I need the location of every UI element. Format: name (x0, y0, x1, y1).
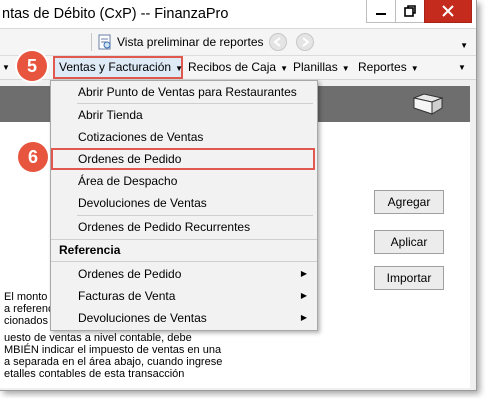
dropdown-arrow-icon: ▼ (175, 64, 183, 73)
minimize-button[interactable] (366, 0, 396, 23)
window-title: ntas de Débito (CxP) -- FinanzaPro (2, 6, 229, 22)
close-button[interactable] (424, 0, 472, 23)
aplicar-button[interactable]: Aplicar (374, 230, 444, 254)
menu-planillas-label: Planillas (293, 60, 338, 74)
forward-arrow-icon (302, 37, 310, 47)
menu-item-label: Ordenes de Pedido Recurrentes (78, 220, 251, 234)
menu-item-ordenes-recurrentes[interactable]: Ordenes de Pedido Recurrentes (51, 216, 317, 238)
submenu-arrow-icon: ▶ (300, 269, 307, 278)
menu-reportes[interactable]: Reportes ▼ (358, 60, 419, 74)
menu-item-abrir-pos-restaurantes[interactable]: Abrir Punto de Ventas para Restaurantes (51, 81, 317, 103)
document-preview-icon (98, 34, 111, 50)
menu-separator (51, 261, 317, 262)
menu-separator (51, 239, 317, 240)
agregar-button[interactable]: Agregar (374, 190, 444, 214)
info-text-line: a referenci (4, 303, 56, 315)
menu-item-label: Área de Despacho (78, 174, 178, 188)
step-badge-6: 6 (18, 142, 48, 172)
menu-overflow-left-icon[interactable]: ▼ (2, 63, 10, 72)
menu-item-label: Ordenes de Pedido (78, 267, 182, 281)
back-arrow-icon (273, 37, 281, 47)
menu-ventas-facturacion[interactable]: Ventas y Facturación ▼ (59, 60, 183, 74)
report-preview-button[interactable]: Vista preliminar de reportes (97, 32, 264, 52)
close-icon (442, 5, 454, 17)
title-bar: ntas de Débito (CxP) -- FinanzaPro (0, 0, 476, 29)
folders-icon (412, 93, 444, 115)
menu-recibos-caja[interactable]: Recibos de Caja ▼ (188, 60, 288, 74)
toolbar-separator (91, 33, 92, 51)
menu-bar: ▼ Ventas y Facturación ▼ Recibos de Caja ▼… (0, 56, 476, 80)
menu-section-referencia: Referencia (59, 243, 121, 257)
restore-icon (404, 5, 416, 17)
app-window: ntas de Débito (CxP) -- FinanzaPro Vista… (0, 0, 477, 391)
menu-ventas-label: Ventas y Facturación (59, 60, 172, 74)
menu-item-cotizaciones[interactable]: Cotizaciones de Ventas (51, 126, 317, 148)
maximize-button[interactable] (395, 0, 425, 23)
forward-button[interactable] (296, 33, 314, 51)
submenu-devoluciones-ventas[interactable]: Devoluciones de Ventas ▶ (51, 307, 317, 329)
menu-item-label: Devoluciones de Ventas (78, 311, 207, 325)
importar-button[interactable]: Importar (374, 266, 444, 290)
info-text-line: etalles contables de esta transacción (4, 368, 185, 380)
dropdown-arrow-icon: ▼ (341, 64, 350, 73)
menu-item-label: Devoluciones de Ventas (78, 196, 207, 210)
submenu-arrow-icon: ▶ (300, 313, 307, 322)
menu-item-area-despacho[interactable]: Área de Despacho (51, 170, 317, 192)
menu-item-devoluciones[interactable]: Devoluciones de Ventas (51, 192, 317, 214)
info-text-line: uesto de ventas a nivel contable, debe (4, 332, 192, 344)
toolbar-overflow-icon[interactable]: ▼ (460, 41, 468, 50)
dropdown-arrow-icon: ▼ (280, 64, 288, 73)
ordenes-pedido-highlight (51, 148, 315, 170)
menu-planillas[interactable]: Planillas ▼ (293, 60, 350, 74)
menu-item-label: Abrir Tienda (78, 108, 143, 122)
menu-overflow-right-icon[interactable]: ▼ (458, 63, 466, 72)
info-text-line: a separada en el área abajo, cuando ingr… (4, 356, 223, 368)
menu-item-abrir-tienda[interactable]: Abrir Tienda (51, 104, 317, 126)
menu-item-label: Cotizaciones de Ventas (78, 130, 204, 144)
ventas-dropdown-menu: Abrir Punto de Ventas para Restaurantes … (50, 80, 318, 331)
menu-recibos-label: Recibos de Caja (188, 60, 277, 74)
minimize-icon (376, 13, 386, 15)
submenu-facturas-venta[interactable]: Facturas de Venta ▶ (51, 285, 317, 307)
info-text-line: El monto d (4, 291, 57, 303)
toolbar: Vista preliminar de reportes ▼ (0, 29, 476, 56)
back-button[interactable] (269, 33, 287, 51)
submenu-arrow-icon: ▶ (300, 291, 307, 300)
menu-item-label: Facturas de Venta (78, 289, 176, 303)
submenu-ordenes-pedido[interactable]: Ordenes de Pedido ▶ (51, 263, 317, 285)
report-preview-label: Vista preliminar de reportes (117, 35, 264, 49)
step-badge-5: 5 (17, 51, 47, 81)
menu-item-label: Abrir Punto de Ventas para Restaurantes (78, 85, 297, 99)
info-text-line: MBIÉN indicar el impuesto de ventas en u… (4, 344, 222, 356)
dropdown-arrow-icon: ▼ (410, 64, 419, 73)
menu-reportes-label: Reportes (358, 60, 407, 74)
